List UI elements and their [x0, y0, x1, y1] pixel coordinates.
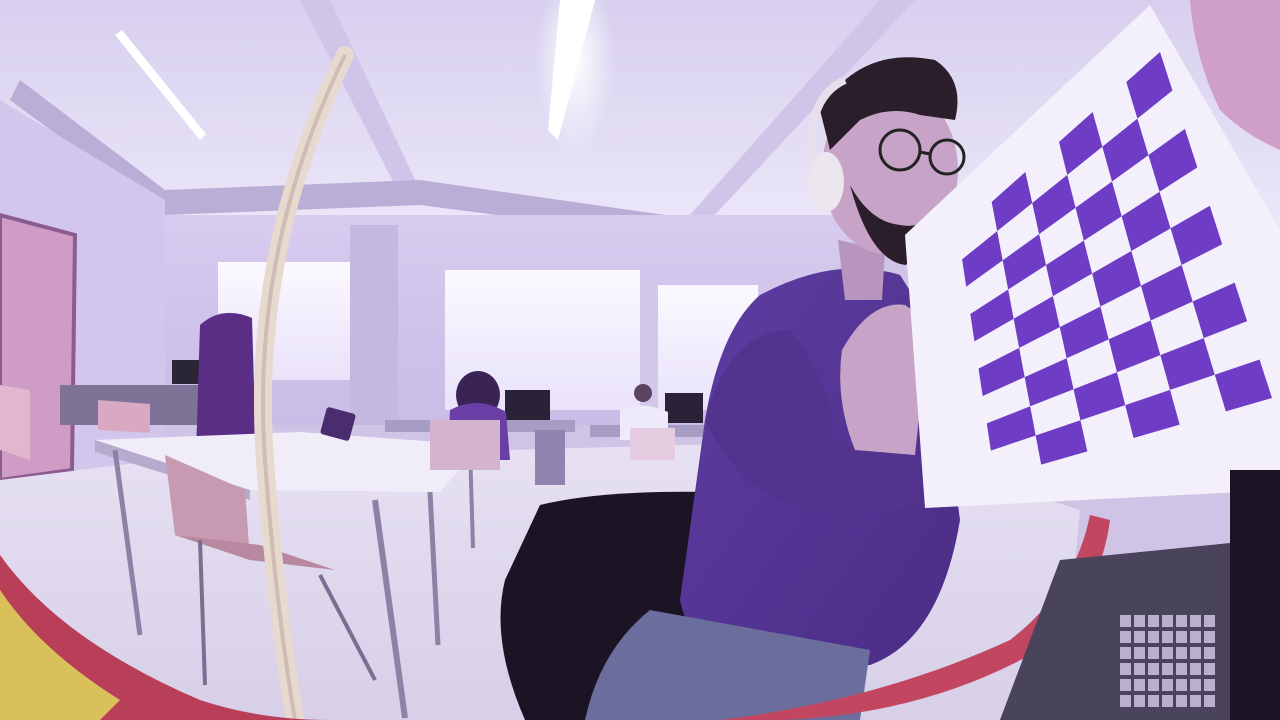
monitor-right — [665, 393, 703, 423]
laptop-key — [1204, 695, 1215, 707]
laptop-key — [1176, 695, 1187, 707]
chair-back-5 — [0, 385, 30, 460]
laptop-key — [1134, 663, 1145, 675]
laptop-key — [1120, 679, 1131, 691]
photo-scene — [0, 0, 1280, 720]
laptop-key — [1176, 631, 1187, 643]
laptop-key — [1120, 647, 1131, 659]
laptop-key — [1162, 695, 1173, 707]
pc-tower — [535, 430, 565, 485]
backpack — [196, 312, 256, 455]
laptop-key — [1204, 647, 1215, 659]
laptop-key — [1134, 631, 1145, 643]
laptop-key — [1120, 631, 1131, 643]
laptop-key — [1134, 615, 1145, 627]
chair-back-4 — [630, 428, 675, 460]
laptop-key — [1190, 647, 1201, 659]
glasses-bridge — [919, 150, 931, 156]
laptop-key — [1148, 647, 1159, 659]
laptop-key — [1134, 647, 1145, 659]
laptop-key — [1162, 663, 1173, 675]
laptop-key — [1120, 615, 1131, 627]
laptop-key — [1162, 647, 1173, 659]
laptop-key — [1162, 631, 1173, 643]
laptop-key — [1176, 615, 1187, 627]
laptop-key — [1190, 631, 1201, 643]
scene-svg — [0, 0, 1280, 720]
laptop-key — [1162, 679, 1173, 691]
laptop-key — [1134, 679, 1145, 691]
chair-back-2 — [98, 400, 150, 433]
laptop-key — [1204, 663, 1215, 675]
laptop-key — [1120, 663, 1131, 675]
laptop-key — [1176, 679, 1187, 691]
laptop-key — [1120, 695, 1131, 707]
chair-back-3 — [430, 420, 500, 470]
laptop-key — [1204, 679, 1215, 691]
laptop-key — [1204, 631, 1215, 643]
laptop-key — [1162, 615, 1173, 627]
laptop-key — [1176, 647, 1187, 659]
person-background-2-head — [634, 384, 652, 402]
laptop-key — [1176, 663, 1187, 675]
laptop-key — [1148, 663, 1159, 675]
laptop-key — [1134, 695, 1145, 707]
right-edge-dark — [1230, 470, 1280, 720]
pillar — [350, 225, 398, 425]
laptop-key — [1148, 679, 1159, 691]
laptop-key — [1148, 695, 1159, 707]
monitor-middle — [505, 390, 550, 420]
laptop-key — [1190, 663, 1201, 675]
laptop-key — [1148, 615, 1159, 627]
laptop-key — [1190, 695, 1201, 707]
headphones-earcup-icon — [808, 152, 844, 212]
laptop-key — [1148, 631, 1159, 643]
laptop-key — [1190, 615, 1201, 627]
laptop-key — [1204, 615, 1215, 627]
laptop-key — [1190, 679, 1201, 691]
